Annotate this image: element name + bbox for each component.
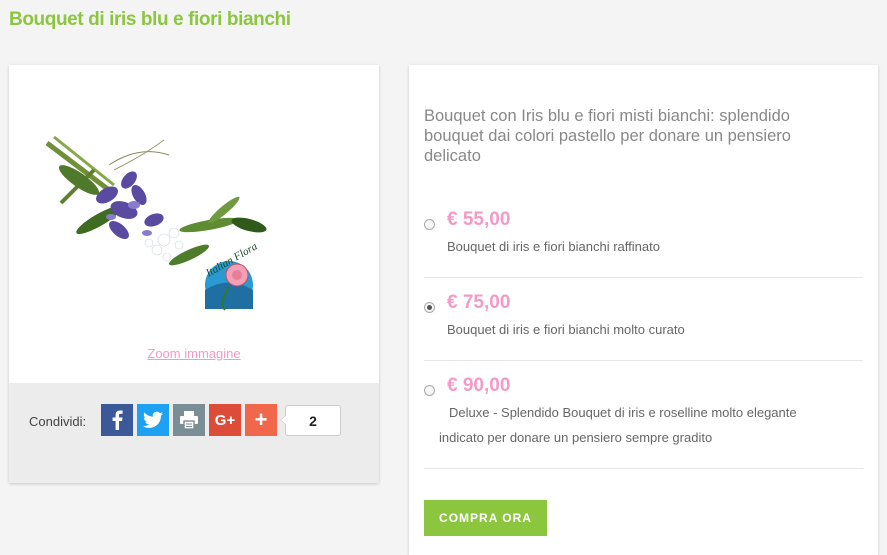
- more-share-button[interactable]: +: [245, 404, 277, 436]
- print-button[interactable]: [173, 404, 205, 436]
- italian-flora-logo: Italian Flora: [203, 240, 260, 311]
- divider: [424, 360, 863, 361]
- option-label-continued: indicato per donare un pensiero sempre g…: [439, 430, 713, 445]
- plus-icon: +: [254, 407, 268, 432]
- option-label: Deluxe - Splendido Bouquet di iris e ros…: [449, 405, 797, 420]
- option-label: Bouquet di iris e fiori bianchi molto cu…: [447, 322, 685, 337]
- zoom-image-link[interactable]: Zoom immagine: [9, 346, 379, 361]
- product-image-card: Italian Flora Zoom immagine Condividi: G…: [9, 65, 379, 483]
- divider: [424, 277, 863, 278]
- option-price: € 90,00: [447, 375, 511, 396]
- divider: [424, 468, 863, 469]
- print-icon: [180, 411, 198, 429]
- option-radio[interactable]: [424, 385, 435, 396]
- option-price: € 55,00: [447, 209, 511, 230]
- share-count: 2: [280, 405, 341, 436]
- facebook-icon: [112, 410, 123, 430]
- option-radio-selected[interactable]: [424, 302, 435, 313]
- facebook-share-button[interactable]: [101, 404, 133, 436]
- buy-now-button[interactable]: COMPRA ORA: [424, 500, 547, 536]
- option-radio[interactable]: [424, 219, 435, 230]
- google-plus-share-button[interactable]: G+: [209, 404, 241, 436]
- twitter-icon: [143, 411, 163, 428]
- share-bar: Condividi: G+ + 2: [9, 383, 379, 483]
- share-label: Condividi:: [29, 414, 87, 429]
- bouquet-image[interactable]: Italian Flora: [39, 125, 289, 335]
- product-description: Bouquet con Iris blu e fiori misti bianc…: [424, 107, 791, 165]
- product-options-card: Bouquet con Iris blu e fiori misti bianc…: [409, 65, 878, 555]
- google-plus-icon: G+: [214, 411, 236, 429]
- option-price: € 75,00: [447, 292, 511, 313]
- option-label: Bouquet di iris e fiori bianchi raffinat…: [447, 239, 660, 254]
- twitter-share-button[interactable]: [137, 404, 169, 436]
- product-image-area: Italian Flora Zoom immagine: [9, 65, 379, 383]
- page-title: Bouquet di iris blu e fiori bianchi: [9, 9, 291, 30]
